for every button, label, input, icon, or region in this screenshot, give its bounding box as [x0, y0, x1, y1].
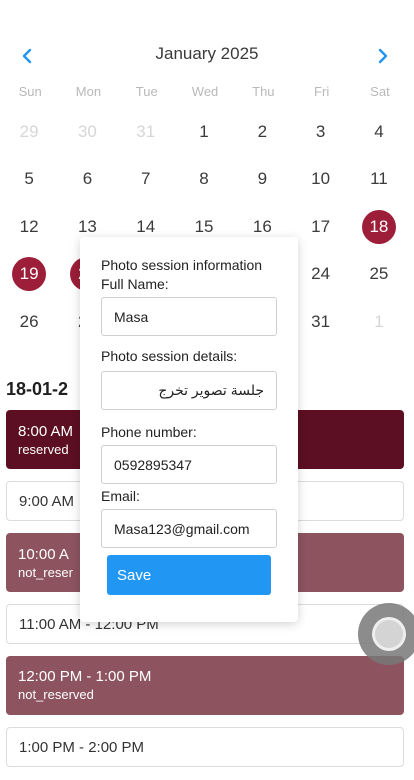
- calendar-day[interactable]: 30: [58, 108, 116, 156]
- calendar-day[interactable]: 6: [58, 156, 116, 204]
- time-slot[interactable]: 1:00 PM - 2:00 PM: [6, 727, 404, 767]
- calendar-header: January 2025: [0, 42, 414, 70]
- day-number: 19: [12, 257, 47, 292]
- calendar-day[interactable]: 5: [0, 156, 58, 204]
- calendar-day[interactable]: 2: [233, 108, 291, 156]
- day-number: 12: [19, 216, 39, 236]
- full-name-label: Full Name:: [101, 276, 169, 292]
- save-button[interactable]: Save: [107, 555, 271, 595]
- weekday-label: Thu: [252, 84, 275, 99]
- calendar-day[interactable]: 31: [291, 298, 349, 346]
- day-number: 24: [311, 264, 331, 284]
- weekday-label: Mon: [75, 84, 102, 99]
- calendar-week-row: 29 30 31 1 2 3 4: [0, 108, 414, 156]
- day-number: 1: [199, 121, 209, 141]
- day-number: 17: [311, 216, 331, 236]
- details-label: Photo session details:: [101, 348, 238, 364]
- day-number: 7: [141, 169, 151, 189]
- day-number: 9: [257, 169, 268, 189]
- time-slot[interactable]: 12:00 PM - 1:00 PM not_reserved: [6, 656, 404, 715]
- day-number: 5: [24, 169, 34, 189]
- calendar-day-selected[interactable]: 19: [0, 251, 58, 299]
- next-month-button[interactable]: [368, 42, 398, 70]
- weekday-label: Sat: [370, 84, 390, 99]
- calendar-day-selected[interactable]: 18: [350, 203, 408, 251]
- month-title: January 2025: [155, 44, 259, 63]
- calendar-day[interactable]: 3: [291, 108, 349, 156]
- calendar-day[interactable]: 10: [291, 156, 349, 204]
- email-field[interactable]: Masa123@gmail.com: [101, 509, 277, 548]
- day-number: 10: [311, 169, 331, 189]
- calendar-day[interactable]: 29: [0, 108, 58, 156]
- day-number: 26: [19, 311, 39, 331]
- calendar-day[interactable]: 7: [117, 156, 175, 204]
- day-number: 30: [77, 121, 97, 141]
- floating-assistive-button[interactable]: [358, 603, 414, 665]
- photo-session-popup: Photo session information Full Name: Mas…: [80, 237, 298, 622]
- day-number: 25: [369, 264, 389, 284]
- calendar-day[interactable]: 25: [350, 251, 408, 299]
- day-number: 2: [257, 121, 268, 141]
- weekday-label: Tue: [135, 84, 158, 99]
- full-name-field[interactable]: Masa: [101, 297, 277, 336]
- weekday-header-row: Sun Mon Tue Wed Thu Fri Sat: [0, 84, 414, 99]
- calendar-day[interactable]: 9: [233, 156, 291, 204]
- calendar-day[interactable]: 31: [117, 108, 175, 156]
- weekday-label: Sun: [18, 84, 42, 99]
- calendar-day[interactable]: 4: [350, 108, 408, 156]
- phone-field[interactable]: 0592895347: [101, 445, 277, 484]
- weekday-label: Fri: [314, 84, 330, 99]
- email-label: Email:: [101, 488, 140, 504]
- popup-title: Photo session information: [101, 257, 263, 273]
- calendar-day[interactable]: 26: [0, 298, 58, 346]
- day-number: 29: [19, 121, 39, 141]
- day-number: 3: [315, 121, 326, 141]
- calendar-day[interactable]: 8: [175, 156, 233, 204]
- day-number: 31: [136, 121, 156, 141]
- calendar-day[interactable]: 17: [291, 203, 349, 251]
- day-number: 1: [374, 311, 384, 331]
- session-details-field[interactable]: جلسة تصوير تخرج: [101, 371, 277, 410]
- calendar-day[interactable]: 12: [0, 203, 58, 251]
- day-number: 8: [199, 169, 209, 189]
- slot-time: 12:00 PM - 1:00 PM: [18, 668, 152, 685]
- phone-label: Phone number:: [101, 424, 197, 440]
- weekday-label: Wed: [191, 84, 219, 99]
- slot-status: not_reserved: [18, 687, 94, 702]
- day-number: 31: [311, 311, 331, 331]
- calendar-day[interactable]: 11: [350, 156, 408, 204]
- slot-time: 9:00 AM: [19, 492, 75, 510]
- day-number: 18: [361, 209, 396, 244]
- slot-time: 1:00 PM - 2:00 PM: [19, 738, 145, 756]
- chevron-right-icon: [378, 48, 388, 64]
- calendar-day[interactable]: 24: [291, 251, 349, 299]
- day-number: 11: [370, 169, 388, 189]
- calendar-day[interactable]: 1: [350, 298, 408, 346]
- day-number: 4: [374, 121, 384, 141]
- selected-date-label: 18-01-2: [6, 379, 69, 399]
- calendar-day[interactable]: 1: [175, 108, 233, 156]
- day-number: 6: [82, 169, 93, 189]
- calendar-week-row: 5 6 7 8 9 10 11: [0, 156, 414, 204]
- assistive-touch-icon: [372, 617, 406, 651]
